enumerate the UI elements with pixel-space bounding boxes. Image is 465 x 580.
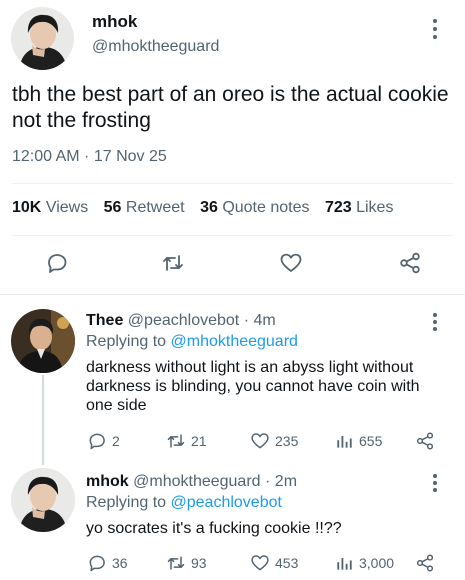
divider	[12, 183, 453, 184]
reply-text: darkness without light is an abyss light…	[86, 359, 420, 414]
display-name[interactable]: mhok	[86, 473, 129, 490]
like-icon[interactable]	[250, 553, 270, 573]
reply-time[interactable]: · 4m	[244, 312, 276, 329]
main-tweet: mhok @mhoktheeguard tbh the best part of…	[0, 0, 465, 294]
replying-to-link[interactable]: @peachlovebot	[171, 494, 282, 511]
reply-action[interactable]: 36	[87, 553, 128, 573]
retweet-action[interactable]: 21	[166, 431, 207, 451]
share-icon[interactable]	[415, 431, 435, 451]
tweet-text: tbh the best part of an oreo is the actu…	[12, 83, 449, 132]
like-icon[interactable]	[279, 251, 303, 275]
display-name[interactable]: mhok	[92, 12, 137, 32]
replying-to: Replying to @peachlovebot	[86, 494, 282, 511]
reply-icon[interactable]	[87, 553, 107, 573]
retweet-count: 93	[191, 555, 207, 571]
more-options-icon[interactable]	[431, 18, 439, 40]
replying-to: Replying to @mhoktheeguard	[86, 333, 298, 350]
view-count: 3,000	[359, 555, 395, 571]
share-icon[interactable]	[398, 251, 422, 275]
retweet-icon[interactable]	[161, 251, 185, 275]
views-chart-icon[interactable]	[334, 553, 354, 573]
replying-to-link[interactable]: @mhoktheeguard	[171, 333, 298, 350]
avatar[interactable]	[11, 7, 74, 70]
reply-header: Thee @peachlovebot · 4m	[86, 312, 276, 330]
section-divider	[0, 294, 465, 295]
reply-time[interactable]: · 2m	[265, 473, 297, 490]
retweet-icon[interactable]	[166, 431, 186, 451]
retweet-icon[interactable]	[166, 553, 186, 573]
like-action[interactable]: 235	[250, 431, 298, 451]
likes-stat[interactable]: 723 Likes	[325, 199, 394, 216]
views-action[interactable]: 655	[334, 431, 382, 451]
like-count: 453	[275, 555, 299, 571]
reply-count: 36	[112, 555, 128, 571]
thread-line	[42, 375, 44, 465]
reply-text: yo socrates it's a fucking cookie !!??	[86, 520, 342, 537]
views-action[interactable]: 3,000	[334, 553, 394, 573]
more-options-icon[interactable]	[431, 473, 439, 493]
reply-icon[interactable]	[45, 251, 69, 275]
reply-count: 2	[112, 433, 120, 449]
handle[interactable]: @peachlovebot	[128, 312, 239, 329]
like-action[interactable]: 453	[250, 553, 298, 573]
views-stat[interactable]: 10K Views	[12, 199, 88, 216]
reply-action[interactable]: 2	[87, 431, 120, 451]
quotes-stat[interactable]: 36 Quote notes	[200, 199, 309, 216]
like-icon[interactable]	[250, 431, 270, 451]
reply-header: mhok @mhoktheeguard · 2m	[86, 473, 297, 491]
handle[interactable]: @mhoktheeguard	[133, 473, 260, 490]
share-action[interactable]	[415, 431, 435, 451]
share-action[interactable]	[415, 553, 435, 573]
retweets-stat[interactable]: 56 Retweet	[104, 199, 185, 216]
reply-icon[interactable]	[87, 431, 107, 451]
more-options-icon[interactable]	[431, 312, 439, 332]
views-chart-icon[interactable]	[334, 431, 354, 451]
share-icon[interactable]	[415, 553, 435, 573]
tweet-stats: 10K Views 56 Retweet 36 Quote notes 723 …	[12, 199, 404, 217]
like-count: 235	[275, 433, 299, 449]
display-name[interactable]: Thee	[86, 312, 123, 329]
avatar[interactable]	[11, 309, 75, 373]
avatar[interactable]	[11, 468, 75, 532]
handle[interactable]: @mhoktheeguard	[92, 38, 219, 56]
divider	[12, 235, 453, 236]
retweet-action[interactable]: 93	[166, 553, 207, 573]
timestamp[interactable]: 12:00 AM · 17 Nov 25	[12, 148, 167, 166]
retweet-count: 21	[191, 433, 207, 449]
view-count: 655	[359, 433, 383, 449]
